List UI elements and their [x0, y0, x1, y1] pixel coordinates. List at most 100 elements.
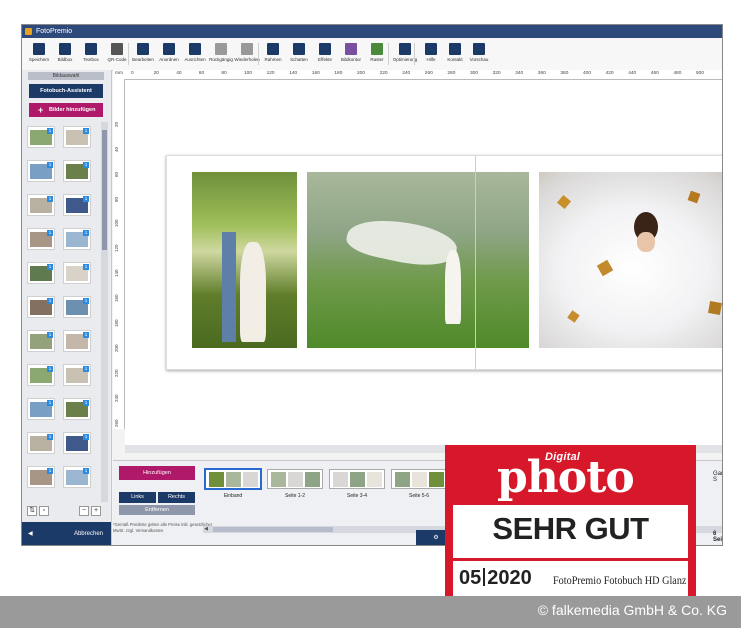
- toolbar-button[interactable]: Rahmen: [260, 41, 286, 69]
- image-box-icon: [59, 43, 71, 55]
- cancel-button[interactable]: ◀ Abbrechen: [22, 522, 111, 545]
- image-thumbnail[interactable]: 1: [27, 262, 55, 284]
- ruler-tick-label: 200: [357, 71, 366, 76]
- move-left-button[interactable]: Links: [119, 492, 156, 503]
- award-rating: SEHR GUT: [492, 511, 649, 546]
- image-thumbnail[interactable]: 1: [27, 330, 55, 352]
- ruler-tick-label: 480: [673, 71, 682, 76]
- issue-number: 05: [459, 567, 482, 589]
- canvas-workspace[interactable]: [125, 80, 722, 450]
- usage-count-badge: 1: [83, 468, 89, 474]
- ruler-tick-label: 120: [114, 244, 119, 252]
- page-thumbnail[interactable]: Seite 1-2: [265, 467, 325, 521]
- toolbar-button[interactable]: Ausrichten: [182, 41, 208, 69]
- scrollbar-thumb[interactable]: [102, 130, 107, 250]
- image-thumbnail[interactable]: 1: [27, 194, 55, 216]
- toolbar-button[interactable]: Effekte: [312, 41, 338, 69]
- toolbar-button[interactable]: Speichern: [26, 41, 52, 69]
- toolbar-button[interactable]: Bearbeiten: [130, 41, 156, 69]
- toolbar-button[interactable]: Textbox: [78, 41, 104, 69]
- ruler-tick-label: 500: [696, 71, 705, 76]
- page-thumbnail[interactable]: Seite 3-4: [327, 467, 387, 521]
- ruler-tick-label: mm: [115, 71, 123, 76]
- image-thumbnail[interactable]: 1: [63, 262, 91, 284]
- usage-count-badge: 1: [83, 128, 89, 134]
- zoom-in-icon[interactable]: +: [91, 506, 101, 516]
- usage-count-badge: 1: [47, 366, 53, 372]
- ruler-tick-label: 260: [114, 419, 119, 427]
- usage-count-badge: 1: [83, 332, 89, 338]
- bride-figure: [240, 242, 266, 342]
- image-thumbnail[interactable]: 1: [63, 432, 91, 454]
- photobook-wizard-button[interactable]: Fotobuch-Assistent: [29, 84, 103, 98]
- sort-icon[interactable]: ⇅: [27, 506, 37, 516]
- add-page-button[interactable]: Hinzufügen: [119, 466, 195, 480]
- page-thumbnail[interactable]: Seite 5-6: [389, 467, 449, 521]
- shadow-icon: [293, 43, 305, 55]
- toolbar-separator: [414, 43, 415, 65]
- usage-count-badge: 1: [47, 264, 53, 270]
- image-thumbnail[interactable]: 1: [27, 228, 55, 250]
- effects-icon: [319, 43, 331, 55]
- image-thumbnail[interactable]: 1: [63, 228, 91, 250]
- image-sidebar: Bildauswahl Fotobuch-Assistent + Bilder …: [22, 70, 112, 545]
- ruler-tick-label: 100: [244, 71, 253, 76]
- ruler-tick-label: 320: [492, 71, 501, 76]
- zoom-out-icon[interactable]: −: [79, 506, 89, 516]
- image-thumbnail[interactable]: 1: [27, 160, 55, 182]
- image-thumbnail[interactable]: 1: [27, 296, 55, 318]
- image-thumbnail[interactable]: 1: [27, 398, 55, 420]
- ruler-tick-label: 140: [114, 269, 119, 277]
- photo-bride-veil-field[interactable]: [307, 172, 529, 348]
- image-thumbnail[interactable]: 1: [63, 364, 91, 386]
- delete-icon[interactable]: ▫: [39, 506, 49, 516]
- sidebar-scrollbar[interactable]: [101, 122, 108, 502]
- page-thumbnail[interactable]: Einband: [203, 467, 263, 521]
- magazine-logo-prefix: Digital: [545, 451, 581, 463]
- toolbar-button[interactable]: Vorschau: [466, 41, 492, 69]
- image-thumbnail[interactable]: 1: [63, 466, 91, 488]
- toolbar-button[interactable]: Kontakt: [442, 41, 468, 69]
- photo-bride-leaves[interactable]: [539, 172, 722, 348]
- magazine-logo: photo Digital: [445, 451, 696, 502]
- toolbar-button[interactable]: Anordnen: [156, 41, 182, 69]
- photo-couple-walking[interactable]: [192, 172, 297, 348]
- page-label: Seite 3-4: [346, 493, 367, 499]
- image-thumbnail[interactable]: 1: [63, 160, 91, 182]
- ruler-tick-label: 300: [470, 71, 479, 76]
- usage-count-badge: 1: [83, 366, 89, 372]
- toolbar-button[interactable]: Raster: [364, 41, 390, 69]
- image-thumbnail[interactable]: 1: [63, 330, 91, 352]
- scrollbar-thumb[interactable]: [213, 527, 333, 532]
- page-preview-photo: [226, 472, 241, 487]
- ruler-tick-label: 20: [114, 121, 119, 127]
- toolbar-button[interactable]: Schatten: [286, 41, 312, 69]
- page-preview-photo: [271, 472, 286, 487]
- toolbar-button[interactable]: Rückgängig: [208, 41, 234, 69]
- move-right-button[interactable]: Rechts: [158, 492, 195, 503]
- toolbar-button[interactable]: Bildbox: [52, 41, 78, 69]
- grid-icon: [371, 43, 383, 55]
- image-thumbnail[interactable]: 1: [27, 364, 55, 386]
- app-title: FotoPremio: [36, 28, 73, 35]
- toolbar-button[interactable]: QR-Code: [104, 41, 130, 69]
- award-product-name: FotoPremio Fotobuch HD Glanz: [553, 573, 687, 587]
- add-photos-button[interactable]: + Bilder hinzufügen: [29, 103, 103, 117]
- toolbar-button[interactable]: Wiederholen: [234, 41, 260, 69]
- toolbar-separator: [258, 43, 259, 65]
- image-thumbnail[interactable]: 1: [63, 296, 91, 318]
- image-thumbnail[interactable]: 1: [63, 398, 91, 420]
- toolbar-button[interactable]: Bildkontur: [338, 41, 364, 69]
- ruler-tick-label: 60: [114, 171, 119, 177]
- book-spread[interactable]: [166, 155, 722, 370]
- remove-page-button[interactable]: Entfernen: [119, 505, 195, 515]
- image-thumbnail[interactable]: 1: [63, 126, 91, 148]
- add-photos-label: Bilder hinzufügen: [49, 107, 96, 113]
- image-thumbnail[interactable]: 1: [27, 126, 55, 148]
- image-thumbnail[interactable]: 1: [27, 466, 55, 488]
- image-thumbnail[interactable]: 1: [27, 432, 55, 454]
- back-arrow-icon: ◀: [28, 531, 33, 537]
- leaf-shape: [567, 310, 580, 323]
- toolbar-button[interactable]: Hilfe: [418, 41, 444, 69]
- image-thumbnail[interactable]: 1: [63, 194, 91, 216]
